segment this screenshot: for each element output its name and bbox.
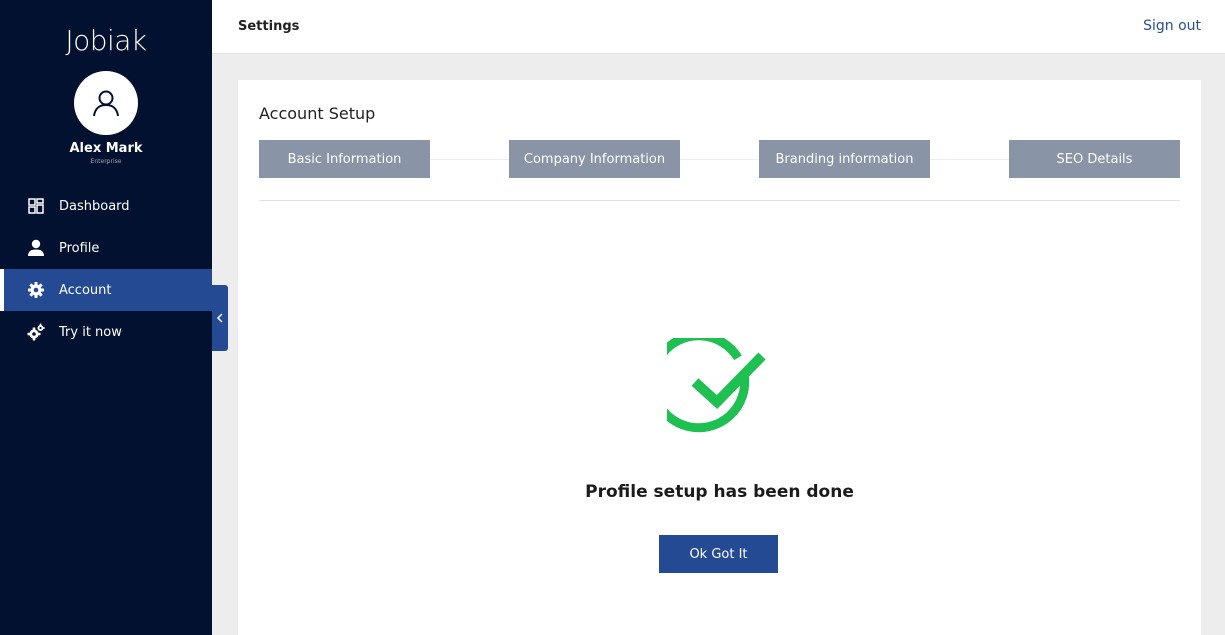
success-check-icon <box>667 338 766 433</box>
step-seo-details[interactable]: SEO Details <box>1009 140 1180 178</box>
card-title: Account Setup <box>259 104 376 123</box>
sidebar: Jobiak Alex Mark Enterprise Dashboard Pr… <box>0 0 212 635</box>
sidebar-collapse-button[interactable] <box>212 285 228 351</box>
top-header: Settings Sign out <box>212 0 1225 54</box>
step-basic-information[interactable]: Basic Information <box>259 140 430 178</box>
user-name: Alex Mark <box>69 141 143 156</box>
account-setup-card: Account Setup Basic Information Company … <box>238 80 1201 635</box>
step-company-information[interactable]: Company Information <box>509 140 680 178</box>
sidebar-item-label: Account <box>59 282 112 298</box>
sidebar-item-label: Try it now <box>59 324 122 340</box>
avatar[interactable] <box>74 71 138 135</box>
page-title: Settings <box>238 19 300 34</box>
person-icon <box>27 239 45 257</box>
user-plan: Enterprise <box>90 158 122 165</box>
dashboard-grid-icon <box>27 197 45 215</box>
success-message: Profile setup has been done <box>585 482 854 502</box>
user-avatar-icon <box>93 90 119 117</box>
sidebar-item-label: Profile <box>59 240 100 256</box>
sidebar-item-dashboard[interactable]: Dashboard <box>0 185 212 227</box>
sign-out-link[interactable]: Sign out <box>1143 18 1201 34</box>
sidebar-nav: Dashboard Profile Account Try it now <box>0 185 212 353</box>
sidebar-item-profile[interactable]: Profile <box>0 227 212 269</box>
jobiak-logo[interactable]: Jobiak <box>0 24 212 57</box>
divider <box>259 200 1180 201</box>
step-branding-information[interactable]: Branding information <box>759 140 930 178</box>
gears-icon <box>27 323 45 341</box>
ok-got-it-button[interactable]: Ok Got It <box>659 535 778 573</box>
sidebar-item-account[interactable]: Account <box>0 269 212 311</box>
chevron-left-icon <box>216 313 223 323</box>
sidebar-item-label: Dashboard <box>59 198 130 214</box>
sidebar-item-try-it-now[interactable]: Try it now <box>0 311 212 353</box>
gear-icon <box>27 281 45 299</box>
